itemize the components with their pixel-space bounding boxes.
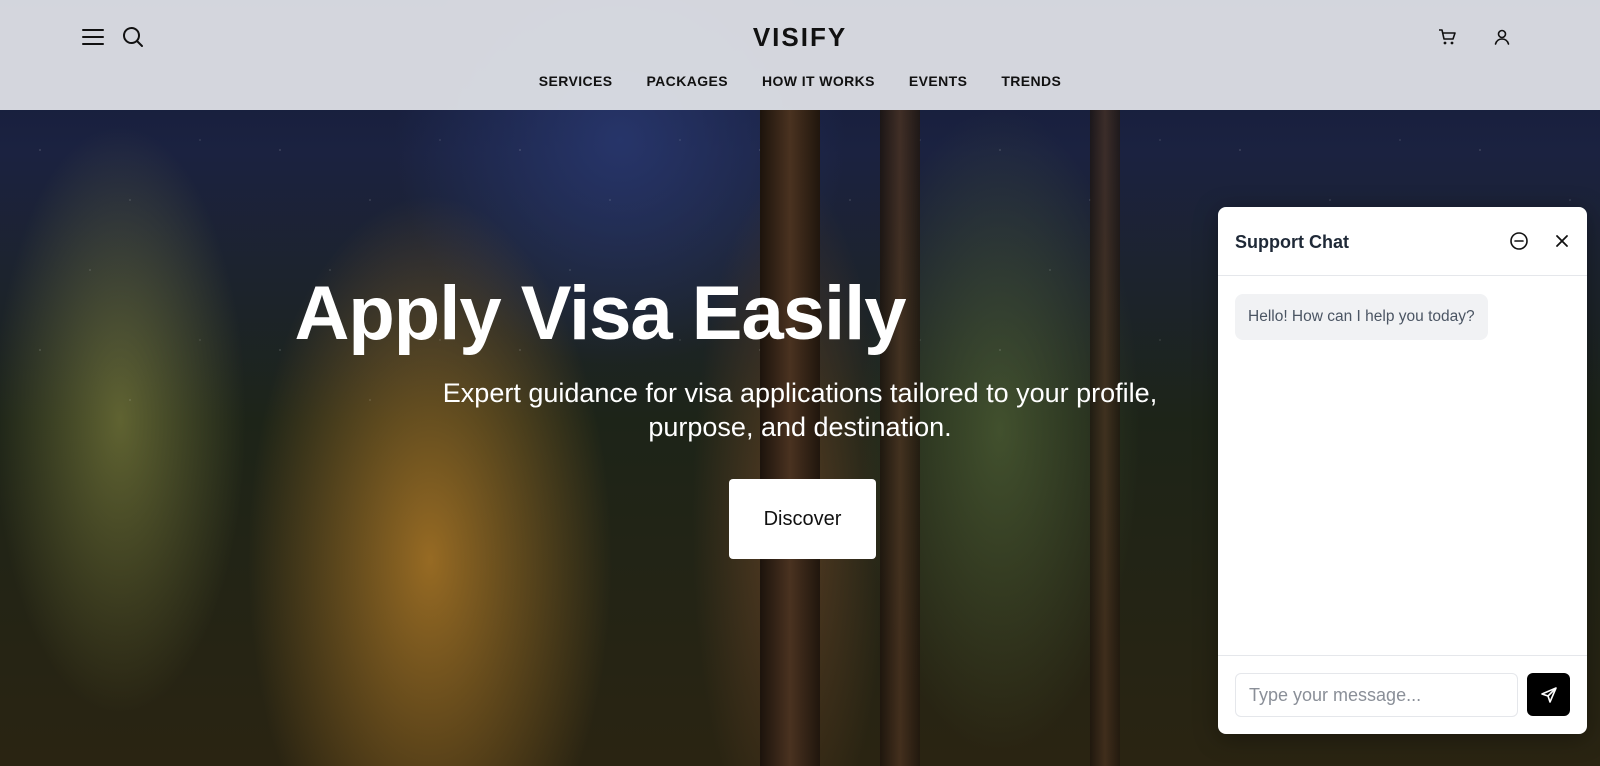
user-icon[interactable] (1492, 27, 1512, 47)
site-header: VISIFY SERVICES PACKAGES HOW IT WORKS EV… (0, 0, 1600, 110)
main-nav: SERVICES PACKAGES HOW IT WORKS EVENTS TR… (0, 73, 1600, 89)
hero-title: Apply Visa Easily (294, 271, 906, 356)
support-chat-panel: Support Chat Hello! How can I help you t… (1218, 207, 1587, 734)
minus-circle-icon[interactable] (1509, 231, 1529, 251)
chat-message-bot: Hello! How can I help you today? (1235, 294, 1488, 340)
chat-header: Support Chat (1218, 207, 1587, 276)
chat-footer (1218, 655, 1587, 734)
chat-title: Support Chat (1235, 232, 1349, 252)
nav-how-it-works[interactable]: HOW IT WORKS (762, 73, 875, 89)
nav-events[interactable]: EVENTS (909, 73, 967, 89)
close-icon[interactable] (1552, 231, 1572, 251)
nav-packages[interactable]: PACKAGES (646, 73, 728, 89)
send-button[interactable] (1527, 673, 1570, 716)
nav-services[interactable]: SERVICES (539, 73, 613, 89)
nav-trends[interactable]: TRENDS (1001, 73, 1061, 89)
shopping-cart-icon[interactable] (1437, 27, 1457, 47)
send-icon (1540, 686, 1558, 704)
hero-subtitle: Expert guidance for visa applications ta… (442, 378, 1158, 442)
site-logo[interactable]: VISIFY (0, 22, 1600, 53)
chat-message-input[interactable] (1235, 673, 1518, 717)
discover-button[interactable]: Discover (729, 479, 876, 559)
